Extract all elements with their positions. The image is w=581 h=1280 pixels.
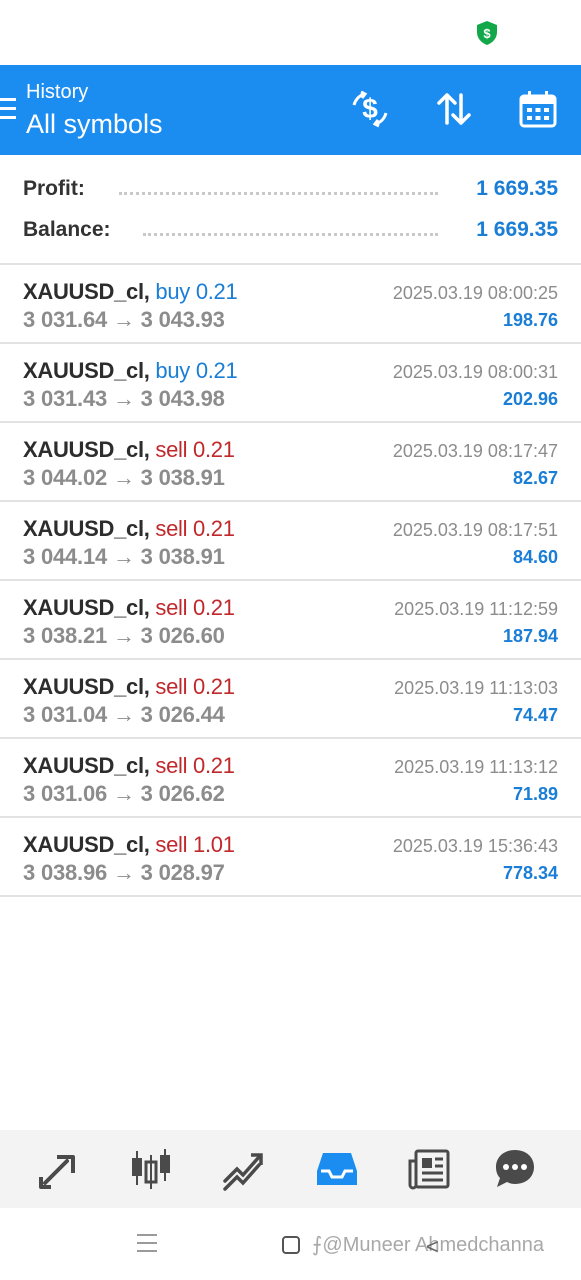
- deal-profit: 778.34: [502, 863, 558, 883]
- deal-time: 2025.03.19 08:00:25: [392, 283, 558, 303]
- list-item[interactable]: XAUUSD_cl, sell 0.21 3 044.14 → 3 038.91…: [0, 502, 581, 581]
- balance-label: Balance:: [23, 218, 117, 242]
- deal-symbol: XAUUSD_cl,: [23, 674, 150, 699]
- list-item[interactable]: XAUUSD_cl, sell 0.21 3 031.04 → 3 026.44…: [0, 660, 581, 739]
- list-item[interactable]: XAUUSD_cl, sell 0.21 3 038.21 → 3 026.60…: [0, 581, 581, 660]
- profit-row: Profit: 1 669.35: [23, 177, 558, 207]
- balance-row: Balance: 1 669.35: [23, 218, 558, 248]
- deal-prices: 3 044.02 → 3 038.91: [23, 465, 225, 490]
- deal-prices: 3 031.06 → 3 026.62: [23, 781, 225, 806]
- nav-chart[interactable]: [128, 1146, 174, 1192]
- deal-type: sell: [155, 832, 188, 857]
- deal-symbol: XAUUSD_cl,: [23, 595, 150, 620]
- deal-type: sell: [155, 437, 188, 462]
- deal-volume: 0.21: [193, 674, 235, 699]
- deal-profit: 198.76: [502, 310, 558, 330]
- app-bar: History All symbols $: [0, 65, 581, 155]
- deal-type: sell: [155, 674, 188, 699]
- list-item[interactable]: XAUUSD_cl, sell 0.21 3 044.02 → 3 038.91…: [0, 423, 581, 502]
- deal-profit: 84.60: [512, 547, 558, 567]
- currency-exchange-icon: $: [352, 90, 388, 128]
- deal-time: 2025.03.19 15:36:43: [392, 836, 558, 856]
- back-button[interactable]: <: [426, 1234, 439, 1260]
- list-item[interactable]: XAUUSD_cl, buy 0.21 3 031.64 → 3 043.93 …: [0, 265, 581, 344]
- deal-volume: 0.21: [193, 437, 235, 462]
- deal-time: 2025.03.19 11:13:03: [394, 678, 558, 698]
- deal-volume: 0.21: [193, 753, 235, 778]
- deal-volume: 0.21: [193, 595, 235, 620]
- news-icon: [408, 1149, 450, 1190]
- leader-dots: [119, 191, 438, 195]
- profit-value: 1 669.35: [470, 177, 558, 201]
- page-subtitle: History: [26, 81, 89, 103]
- dollar-shield-icon: $: [477, 21, 497, 45]
- list-item[interactable]: XAUUSD_cl, sell 0.21 3 031.06 → 3 026.62…: [0, 739, 581, 818]
- bottom-nav: [0, 1130, 581, 1208]
- deal-type: sell: [155, 516, 188, 541]
- deal-type: buy: [155, 358, 190, 383]
- deal-profit: 82.67: [512, 468, 558, 488]
- deal-volume: 0.21: [193, 516, 235, 541]
- calendar-icon: [519, 91, 557, 128]
- deal-prices: 3 031.04 → 3 026.44: [23, 702, 225, 727]
- deal-symbol: XAUUSD_cl,: [23, 358, 150, 383]
- deal-profit: 187.94: [502, 626, 558, 646]
- nav-trade[interactable]: [220, 1146, 266, 1192]
- nav-quotes[interactable]: [36, 1146, 82, 1192]
- leader-dots: [143, 232, 438, 236]
- deal-time: 2025.03.19 08:00:31: [392, 362, 558, 382]
- page-title[interactable]: All symbols: [26, 109, 163, 140]
- deal-time: 2025.03.19 08:17:51: [392, 520, 558, 540]
- home-button[interactable]: [282, 1236, 300, 1254]
- summary-panel: Profit: 1 669.35 Balance: 1 669.35: [0, 155, 581, 263]
- deal-time: 2025.03.19 11:12:59: [394, 599, 558, 619]
- profit-label: Profit:: [23, 177, 91, 201]
- list-item[interactable]: XAUUSD_cl, sell 1.01 3 038.96 → 3 028.97…: [0, 818, 581, 897]
- menu-icon[interactable]: [0, 98, 16, 120]
- status-bar: $: [0, 0, 581, 65]
- deal-symbol: XAUUSD_cl,: [23, 832, 150, 857]
- quotes-icon: [39, 1155, 75, 1189]
- sort-button[interactable]: [432, 87, 476, 131]
- deal-profit: 202.96: [502, 389, 558, 409]
- trade-icon: [223, 1153, 263, 1191]
- calendar-button[interactable]: [516, 87, 560, 131]
- deal-profit: 71.89: [512, 784, 558, 804]
- deal-prices: 3 031.43 → 3 043.98: [23, 386, 225, 411]
- currency-exchange-button[interactable]: $: [348, 87, 392, 131]
- deal-volume: 1.01: [193, 832, 235, 857]
- deal-prices: 3 038.21 → 3 026.60: [23, 623, 225, 648]
- recent-apps-button[interactable]: [137, 1234, 157, 1252]
- deal-prices: 3 044.14 → 3 038.91: [23, 544, 225, 569]
- sort-icon: [437, 93, 471, 125]
- svg-text:$: $: [483, 26, 491, 41]
- chart-icon: [132, 1149, 170, 1189]
- system-nav-bar: ⨍@Muneer Ahmedchanna <: [0, 1208, 581, 1280]
- deal-prices: 3 031.64 → 3 043.93: [23, 307, 225, 332]
- svg-text:$: $: [362, 93, 378, 124]
- deal-symbol: XAUUSD_cl,: [23, 516, 150, 541]
- nav-news[interactable]: [406, 1146, 452, 1192]
- deal-time: 2025.03.19 11:13:12: [394, 757, 558, 777]
- deal-type: sell: [155, 753, 188, 778]
- deal-prices: 3 038.96 → 3 028.97: [23, 860, 225, 885]
- deal-type: sell: [155, 595, 188, 620]
- deal-volume: 0.21: [195, 279, 238, 304]
- list-item[interactable]: XAUUSD_cl, buy 0.21 3 031.43 → 3 043.98 …: [0, 344, 581, 423]
- deal-volume: 0.21: [195, 358, 238, 383]
- nav-history[interactable]: [314, 1146, 360, 1192]
- deal-profit: 74.47: [512, 705, 558, 725]
- deal-symbol: XAUUSD_cl,: [23, 279, 150, 304]
- deal-time: 2025.03.19 08:17:47: [392, 441, 558, 461]
- nav-chat[interactable]: [492, 1146, 538, 1192]
- balance-value: 1 669.35: [470, 218, 558, 242]
- deals-list: XAUUSD_cl, buy 0.21 3 031.64 → 3 043.93 …: [0, 265, 581, 897]
- deal-symbol: XAUUSD_cl,: [23, 437, 150, 462]
- deal-type: buy: [155, 279, 190, 304]
- deal-symbol: XAUUSD_cl,: [23, 753, 150, 778]
- history-icon: [317, 1153, 357, 1185]
- chat-icon: [496, 1150, 534, 1187]
